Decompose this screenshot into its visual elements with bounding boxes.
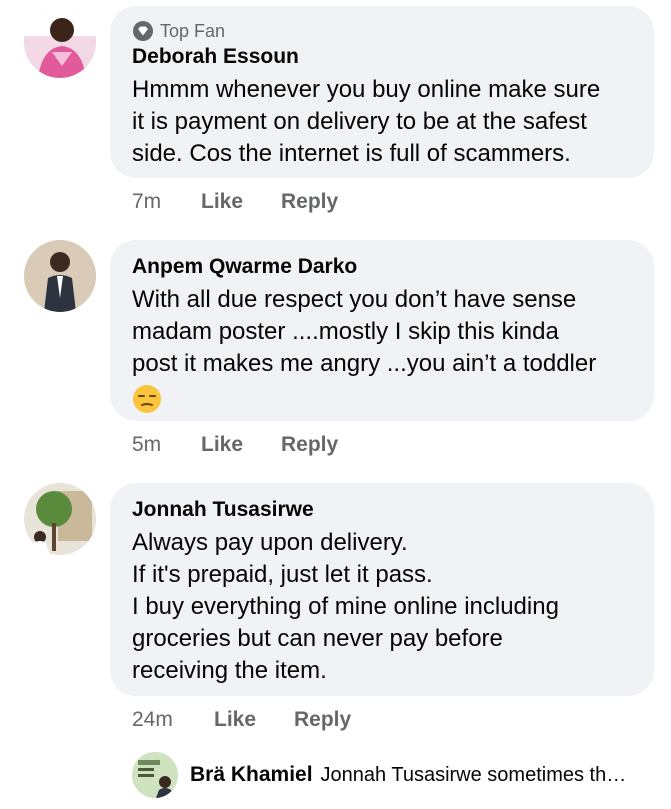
comment-timestamp[interactable]: 7m (132, 190, 201, 214)
like-button[interactable]: Like (201, 190, 281, 214)
reply-button[interactable]: Reply (281, 190, 338, 214)
avatar[interactable] (24, 483, 96, 555)
comment-text: With all due respect you don’t have sens… (132, 286, 597, 377)
reply-preview[interactable]: Brä Khamiel Jonnah Tusasirwe sometimes t… (132, 752, 626, 798)
reply-text: Jonnah Tusasirwe sometimes th… (320, 763, 627, 786)
like-button[interactable]: Like (201, 433, 281, 457)
reply-button[interactable]: Reply (281, 433, 338, 457)
badge-label: Top Fan (160, 20, 226, 41)
comment-bubble: Jonnah Tusasirwe Always pay upon deliver… (110, 483, 654, 696)
comment-actions: 7m Like Reply (132, 190, 338, 214)
comment-bubble: Anpem Qwarme Darko With all due respect … (110, 240, 654, 421)
comment-actions: 24m Like Reply (132, 708, 351, 732)
avatar[interactable] (24, 240, 96, 312)
top-fan-badge[interactable]: Top Fan (132, 20, 632, 42)
comment-text: Hmmm whenever you buy online make sure i… (132, 76, 601, 167)
avatar[interactable] (132, 752, 178, 798)
comment-text: Always pay upon delivery. If it's prepai… (132, 529, 559, 684)
comment-bubble: Top Fan Deborah Essoun Hmmm whenever you… (110, 6, 654, 178)
comment-author[interactable]: Anpem Qwarme Darko (132, 254, 632, 280)
like-button[interactable]: Like (214, 708, 294, 732)
comment-timestamp[interactable]: 24m (132, 708, 214, 732)
comment-author[interactable]: Deborah Essoun (132, 44, 632, 70)
unamused-face-icon (132, 384, 162, 414)
comment-timestamp[interactable]: 5m (132, 433, 201, 457)
diamond-icon (132, 20, 154, 42)
comment-author[interactable]: Jonnah Tusasirwe (132, 497, 632, 523)
avatar[interactable] (24, 6, 96, 78)
reply-author[interactable]: Brä Khamiel (190, 763, 313, 787)
comment-actions: 5m Like Reply (132, 433, 338, 457)
reply-button[interactable]: Reply (294, 708, 351, 732)
